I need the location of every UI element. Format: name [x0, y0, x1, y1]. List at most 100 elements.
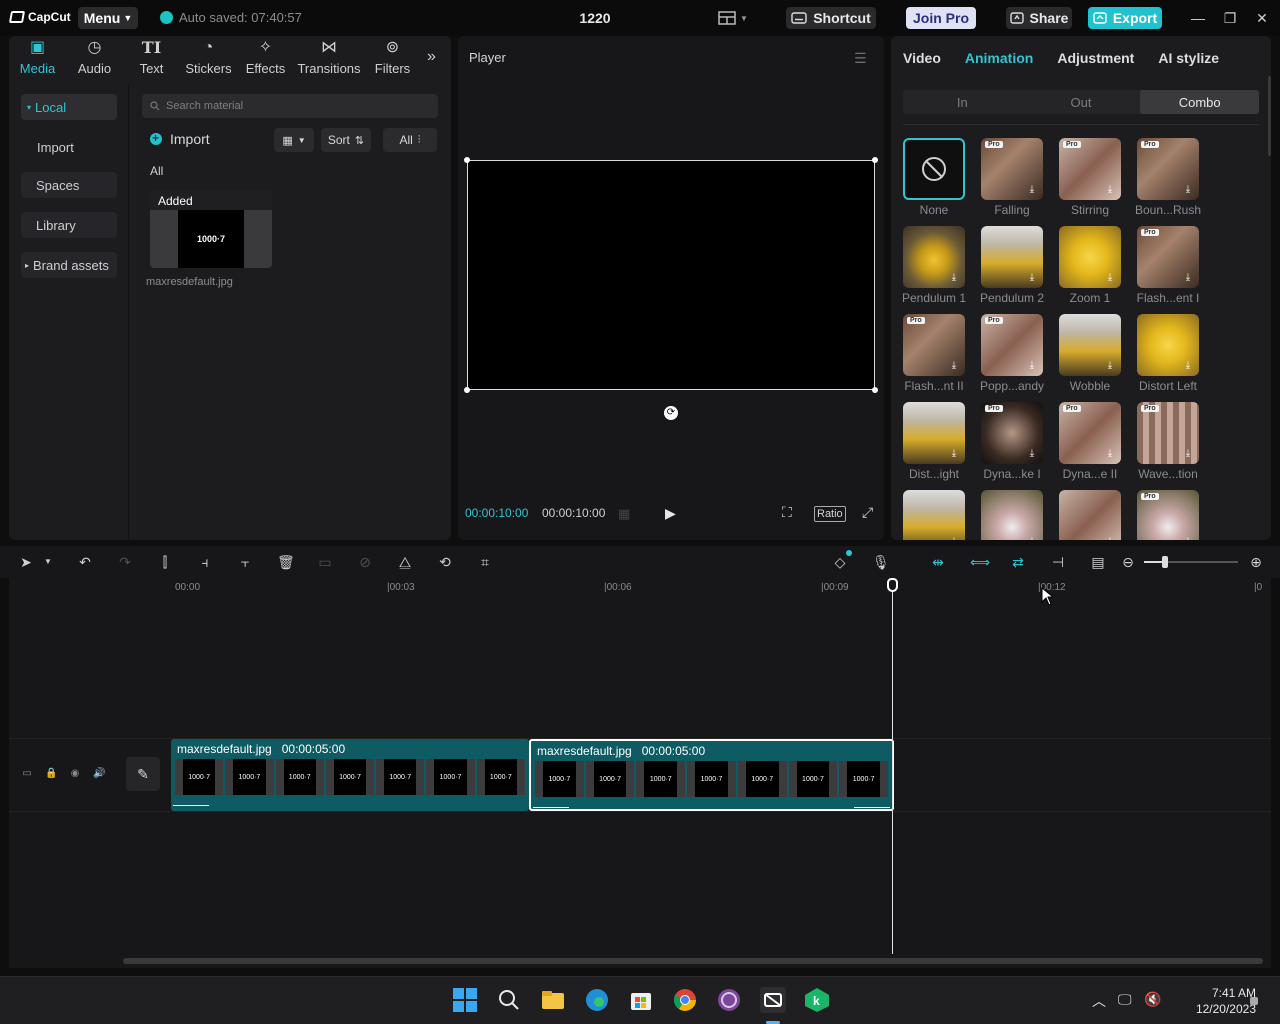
linkage-icon[interactable]: ⇄ — [1010, 554, 1026, 570]
tab-media[interactable]: ▣ Media — [9, 36, 66, 82]
ai-magic-icon[interactable]: ◇ — [832, 554, 848, 570]
export-button[interactable]: Export — [1088, 7, 1162, 29]
download-icon[interactable]: ⤓ — [948, 360, 960, 372]
download-icon[interactable]: ⤓ — [1026, 272, 1038, 284]
volume-muted-icon[interactable]: 🔇 — [1144, 991, 1161, 1008]
playhead[interactable] — [892, 578, 893, 954]
notifications-icon[interactable] — [1250, 997, 1258, 1005]
share-button[interactable]: Share — [1006, 7, 1072, 29]
download-icon[interactable]: ⤓ — [1026, 184, 1038, 196]
tab-text[interactable]: TI Text — [123, 36, 180, 82]
playhead-handle[interactable] — [887, 578, 898, 592]
eye-icon[interactable]: ◉ — [69, 768, 81, 780]
layout-button[interactable]: ▼ — [718, 9, 754, 27]
tab-effects[interactable]: ✧ Effects — [237, 36, 294, 82]
tor-browser-icon[interactable] — [716, 987, 742, 1013]
subtab-in[interactable]: In — [903, 90, 1022, 114]
search-input[interactable]: Search material — [142, 94, 438, 118]
animation-item[interactable]: ⤓ Pendulum 1 — [903, 226, 966, 305]
grid-view-icon[interactable]: ▦ — [618, 506, 630, 522]
ratio-button[interactable]: Ratio — [814, 506, 846, 522]
animation-item[interactable]: ⤓ — [1059, 490, 1121, 540]
select-cursor-icon[interactable]: ➤ — [18, 554, 34, 570]
close-icon[interactable]: ✕ — [1252, 8, 1272, 28]
lock-icon[interactable]: 🔒 — [45, 768, 57, 780]
animation-item[interactable]: Pro ⤓ Wave...tion — [1137, 402, 1199, 481]
store-icon[interactable] — [628, 987, 654, 1013]
fade-out-handle[interactable] — [854, 807, 890, 808]
rotate-icon[interactable]: ⟳ — [664, 406, 678, 420]
download-icon[interactable]: ⤓ — [1026, 536, 1038, 540]
edit-cover-button[interactable]: ✎ — [126, 757, 160, 791]
animation-item[interactable]: Pro ⤓ Dyna...ke I — [981, 402, 1043, 481]
undo-icon[interactable]: ↶ — [77, 554, 93, 570]
resize-handle[interactable] — [464, 387, 470, 393]
rotate-icon[interactable]: ⟲ — [437, 554, 453, 570]
download-icon[interactable]: ⤓ — [1182, 184, 1194, 196]
download-icon[interactable]: ⤓ — [1026, 448, 1038, 460]
sidebar-item-spaces[interactable]: Spaces — [21, 172, 117, 198]
menu-button[interactable]: Menu ▼ — [78, 7, 138, 29]
import-button[interactable]: + Import — [150, 131, 210, 147]
magnet-link-icon[interactable]: ⇹ — [930, 554, 946, 570]
sidebar-item-import[interactable]: Import — [21, 134, 117, 160]
animation-item[interactable]: ⤓ — [981, 490, 1043, 540]
redo-icon[interactable]: ↷ — [117, 554, 133, 570]
sidebar-item-local[interactable]: ▾ Local — [21, 94, 117, 120]
tab-audio[interactable]: ◷ Audio — [66, 36, 123, 82]
system-clock[interactable]: 7:41 AM 12/20/2023 — [1196, 985, 1256, 1017]
download-icon[interactable]: ⤓ — [1182, 536, 1194, 540]
animation-item[interactable]: Pro ⤓ Boun...Rush — [1135, 138, 1201, 217]
zoom-in-icon[interactable]: ⊕ — [1248, 554, 1264, 570]
shortcut-button[interactable]: Shortcut — [786, 7, 876, 29]
download-icon[interactable]: ⤓ — [948, 448, 960, 460]
timeline[interactable]: 00:00 |00:03 |00:06 |00:09 |00:12 |0 ▭ 🔒… — [9, 578, 1271, 968]
network-icon[interactable]: 🖵 — [1118, 991, 1132, 1008]
animation-item[interactable]: ⤓ Distort Left — [1137, 314, 1199, 393]
animation-item[interactable]: Pro ⤓ — [1137, 490, 1199, 540]
play-icon[interactable]: ▶ — [665, 505, 679, 521]
download-icon[interactable]: ⤓ — [1104, 272, 1116, 284]
download-icon[interactable]: ⤓ — [1182, 360, 1194, 372]
microphone-icon[interactable]: 🎙 — [872, 554, 890, 570]
windows-start-icon[interactable] — [452, 987, 478, 1013]
tab-video[interactable]: Video — [903, 50, 941, 66]
tab-ai-stylize[interactable]: AI stylize — [1158, 50, 1219, 66]
fade-in-handle[interactable] — [533, 807, 569, 808]
split-left-icon[interactable]: ⫞ — [197, 554, 213, 570]
fit-screen-icon[interactable]: ⛶ — [782, 504, 792, 521]
zoom-slider-thumb[interactable] — [1162, 556, 1168, 568]
preview-canvas[interactable] — [467, 160, 875, 390]
animation-item[interactable]: Pro ⤓ Popp...andy — [980, 314, 1044, 393]
animation-item[interactable]: Pro ⤓ Falling — [981, 138, 1043, 217]
animation-item[interactable]: None — [903, 138, 965, 217]
tab-filters[interactable]: ⊚ Filters — [364, 36, 421, 82]
animation-item[interactable]: ⤓ Pendulum 2 — [980, 226, 1044, 305]
kinemaster-icon[interactable]: k — [804, 987, 830, 1013]
hamburger-icon[interactable]: ☰ — [854, 50, 868, 67]
media-item[interactable]: Added 1000·7 — [150, 190, 272, 268]
timeline-clip[interactable]: maxresdefault.jpg 00:00:05:00 1000·7 100… — [171, 739, 529, 811]
tab-transitions[interactable]: ⋈ Transitions — [294, 36, 364, 82]
timeline-scrollbar[interactable] — [123, 958, 1263, 964]
timeline-clip-selected[interactable]: maxresdefault.jpg 00:00:05:00 1000·7 100… — [529, 739, 894, 811]
sidebar-item-library[interactable]: Library — [21, 212, 117, 238]
auto-snap-icon[interactable]: ⟺ — [970, 554, 990, 570]
search-icon[interactable] — [496, 987, 522, 1013]
edge-browser-icon[interactable] — [584, 987, 610, 1013]
view-mode-button[interactable]: ▦ ▼ — [274, 128, 314, 152]
animation-item[interactable]: Pro ⤓ Flash...ent I — [1137, 226, 1199, 305]
fullscreen-icon[interactable]: ⤢ — [862, 504, 873, 521]
resize-handle[interactable] — [872, 157, 878, 163]
split-icon[interactable]: ⫿ — [157, 554, 173, 570]
zoom-slider-track[interactable] — [1144, 556, 1238, 568]
download-icon[interactable]: ⤓ — [1104, 184, 1116, 196]
resize-handle[interactable] — [464, 157, 470, 163]
download-icon[interactable]: ⤓ — [948, 272, 960, 284]
chevron-up-icon[interactable]: ︿ — [1092, 991, 1106, 1011]
delete-icon[interactable]: 🗑 — [277, 554, 295, 570]
tab-stickers[interactable]: ◔ Stickers — [180, 36, 237, 82]
tab-adjustment[interactable]: Adjustment — [1057, 50, 1134, 66]
preview-axis-icon[interactable]: ▤ — [1090, 554, 1106, 570]
sidebar-item-brand-assets[interactable]: ▸ Brand assets — [21, 252, 117, 278]
